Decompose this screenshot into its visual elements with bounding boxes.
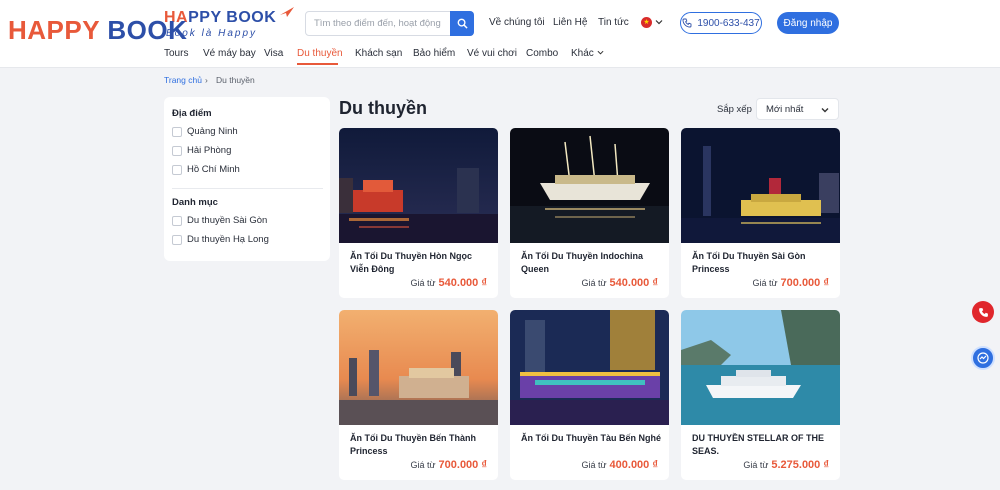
search-button[interactable] bbox=[450, 11, 474, 36]
checkbox[interactable] bbox=[172, 234, 182, 245]
divider bbox=[172, 188, 323, 189]
messenger-button[interactable] bbox=[971, 346, 995, 370]
call-button[interactable] bbox=[972, 301, 994, 323]
phone-icon bbox=[682, 18, 692, 28]
breadcrumb-home[interactable]: Trang chủ bbox=[164, 75, 202, 85]
cruise-name: Ăn Tối Du Thuyền Sài Gòn Princess bbox=[692, 251, 806, 274]
cruise-card[interactable]: Ăn Tối Du Thuyền Hòn Ngọc Viễn Đông Giá … bbox=[339, 128, 498, 298]
checkbox[interactable] bbox=[172, 145, 182, 156]
nav-contact[interactable]: Liên Hệ bbox=[553, 17, 587, 28]
nav-tickets[interactable]: Vé vui chơi bbox=[467, 48, 517, 59]
cruise-card[interactable]: Ăn Tối Du Thuyền Bến Thành Princess Giá … bbox=[339, 310, 498, 480]
search-icon bbox=[457, 18, 468, 29]
cruise-price: Giá từ 5.275.000 ₫ bbox=[743, 459, 829, 471]
nav-tours[interactable]: Tours bbox=[164, 48, 188, 59]
nav-about[interactable]: Về chúng tôi bbox=[489, 17, 545, 28]
plane-icon bbox=[280, 7, 294, 17]
cruise-card[interactable]: Ăn Tối Du Thuyền Tàu Bến Nghé Giá từ 400.… bbox=[510, 310, 669, 480]
cruise-price: Giá từ 400.000 ₫ bbox=[581, 459, 659, 471]
nav-news[interactable]: Tin tức bbox=[598, 17, 629, 28]
nav-flights[interactable]: Vé máy bay bbox=[203, 48, 256, 59]
filter-sidebar: Địa điểm Quảng Ninh Hải Phòng Hồ Chí Min… bbox=[164, 97, 330, 261]
cruise-price: Giá từ 700.000 ₫ bbox=[410, 459, 488, 471]
active-tab-indicator bbox=[297, 63, 338, 65]
nav-combo[interactable]: Combo bbox=[526, 48, 558, 59]
nav-hotels[interactable]: Khách sạn bbox=[355, 48, 402, 59]
cruise-name: Ăn Tối Du Thuyền Tàu Bến Nghé bbox=[521, 433, 661, 443]
cruise-image bbox=[510, 128, 669, 243]
page-title: Du thuyền bbox=[339, 98, 427, 118]
search-box bbox=[305, 11, 474, 36]
sort-label: Sắp xếp bbox=[717, 104, 752, 115]
nav-more[interactable]: Khác bbox=[571, 48, 604, 59]
checkbox[interactable] bbox=[172, 164, 182, 175]
cruise-name: Ăn Tối Du Thuyền Indochina Queen bbox=[521, 251, 643, 274]
cruise-image bbox=[339, 128, 498, 243]
nav-insurance[interactable]: Bảo hiểm bbox=[413, 48, 455, 59]
category-filter-title: Danh mục bbox=[172, 197, 218, 208]
checkbox[interactable] bbox=[172, 126, 182, 137]
cruise-name: Ăn Tối Du Thuyền Bến Thành Princess bbox=[350, 433, 476, 456]
checkbox[interactable] bbox=[172, 215, 182, 226]
breadcrumb-current: Du thuyền bbox=[216, 75, 255, 85]
chevron-down-icon bbox=[821, 108, 829, 113]
location-option[interactable]: Quảng Ninh bbox=[172, 126, 238, 137]
phone-icon bbox=[978, 307, 988, 317]
category-option[interactable]: Du thuyền Hạ Long bbox=[172, 234, 269, 245]
chevron-down-icon[interactable] bbox=[655, 18, 663, 26]
chevron-down-icon bbox=[597, 50, 604, 55]
nav-cruises[interactable]: Du thuyền bbox=[297, 48, 343, 59]
cruise-name: DU THUYỀN STELLAR OF THE SEAS. bbox=[692, 433, 824, 456]
cruise-name: Ăn Tối Du Thuyền Hòn Ngọc Viễn Đông bbox=[350, 251, 472, 274]
overlay-logo: HAPPY BOOK bbox=[8, 15, 188, 45]
location-filter-title: Địa điểm bbox=[172, 108, 212, 119]
location-option[interactable]: Hải Phòng bbox=[172, 145, 231, 156]
cruise-image bbox=[510, 310, 669, 425]
cruise-image bbox=[681, 310, 840, 425]
location-option[interactable]: Hồ Chí Minh bbox=[172, 164, 240, 175]
cruise-card[interactable]: Ăn Tối Du Thuyền Indochina Queen Giá từ 5… bbox=[510, 128, 669, 298]
category-option[interactable]: Du thuyền Sài Gòn bbox=[172, 215, 267, 226]
cruise-price: Giá từ 700.000 ₫ bbox=[752, 277, 830, 289]
breadcrumb-separator: › bbox=[205, 75, 208, 85]
hotline-button[interactable]: 1900-633-437 bbox=[680, 12, 762, 34]
cruise-price: Giá từ 540.000 ₫ bbox=[581, 277, 659, 289]
cruise-card[interactable]: Ăn Tối Du Thuyền Sài Gòn Princess Giá từ… bbox=[681, 128, 840, 298]
sort-select[interactable]: Mới nhất bbox=[756, 98, 839, 120]
vietnam-flag-icon[interactable]: ★ bbox=[641, 17, 652, 28]
login-button[interactable]: Đăng nhập bbox=[777, 12, 839, 34]
search-input[interactable] bbox=[306, 12, 446, 35]
nav-visa[interactable]: Visa bbox=[264, 48, 283, 59]
cruise-image bbox=[339, 310, 498, 425]
messenger-icon bbox=[977, 352, 989, 364]
hotline-number: 1900-633-437 bbox=[697, 17, 760, 29]
cruise-card[interactable]: DU THUYỀN STELLAR OF THE SEAS. Giá từ 5.2… bbox=[681, 310, 840, 480]
cruise-price: Giá từ 540.000 ₫ bbox=[410, 277, 488, 289]
cruise-image bbox=[681, 128, 840, 243]
